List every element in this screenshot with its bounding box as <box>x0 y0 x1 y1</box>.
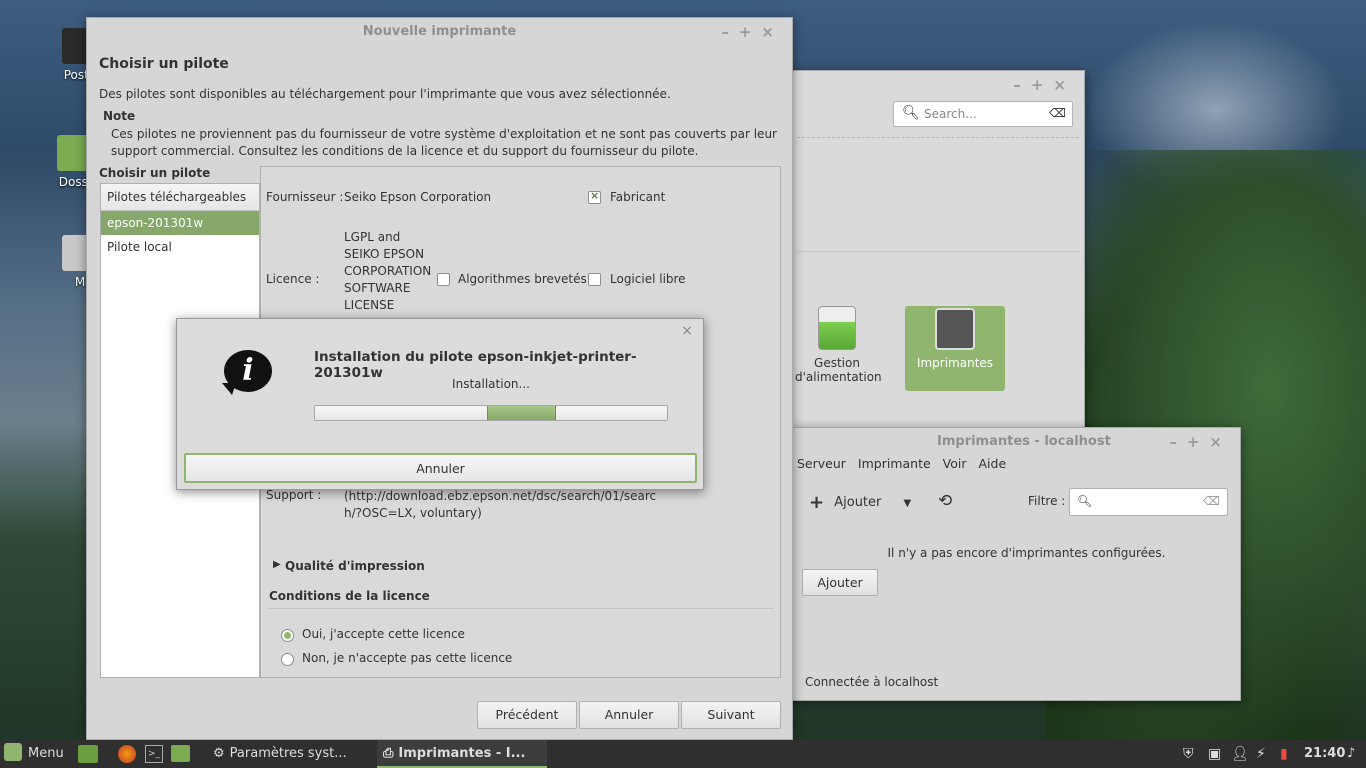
progress-bar <box>314 405 668 421</box>
note-title: Note <box>103 109 136 123</box>
empty-message: Il n'y a pas encore d'imprimantes config… <box>887 546 1166 560</box>
new-printer-titlebar: Nouvelle imprimante –+× <box>87 18 792 46</box>
progress-fill <box>487 406 556 420</box>
menu-view[interactable]: Voir <box>943 456 967 471</box>
printer-icon <box>935 308 975 350</box>
divider <box>269 608 774 609</box>
window-controls[interactable]: –+× <box>1169 428 1232 456</box>
info-icon-tail <box>222 383 236 395</box>
printers-titlebar: Imprimantes - localhost –+× <box>791 428 1240 456</box>
battery-icon[interactable]: ▮ <box>1280 740 1288 768</box>
terminal-icon[interactable]: >_ <box>145 745 163 763</box>
support-value: (http://download.ebz.epson.net/dsc/searc… <box>344 489 657 520</box>
supplier-value: Seiko Epson Corporation <box>344 190 492 204</box>
note-text: Ces pilotes ne proviennent pas du fourni… <box>111 127 777 158</box>
driver-item-local[interactable]: Pilote local <box>101 235 259 259</box>
printers-item[interactable]: Imprimantes <box>905 306 1005 391</box>
taskbar: Menu >_ ⚙ Paramètres syst... ⎙ Imprimantes… <box>0 740 1366 768</box>
accept-radio[interactable] <box>281 629 294 642</box>
clipboard-icon[interactable]: ▣ <box>1208 740 1221 768</box>
free-software-checkbox[interactable] <box>588 273 601 286</box>
search-icon: 🔍︎ <box>1077 494 1093 508</box>
user-icon[interactable]: 👤︎ <box>1231 740 1249 768</box>
filter-input[interactable]: 🔍︎ ⌫ <box>1069 488 1228 516</box>
settings-search[interactable]: 🔍︎ Search... ⌫ <box>893 101 1073 127</box>
subtitle: Des pilotes sont disponibles au téléchar… <box>99 87 671 101</box>
window-controls[interactable]: –+× <box>1013 71 1076 99</box>
menu-button[interactable]: Menu <box>4 740 64 768</box>
radio-dot <box>284 632 291 639</box>
notifications-icon[interactable]: ♪ <box>1347 740 1355 768</box>
install-status: Installation... <box>452 377 530 391</box>
taskbar-window-printers[interactable]: ⎙ Imprimantes - I... <box>377 740 547 768</box>
clear-icon[interactable]: ⌫ <box>1049 106 1066 120</box>
dropdown-icon[interactable]: ▼ <box>904 498 912 509</box>
cancel-button[interactable]: Annuler <box>579 701 679 729</box>
search-icon: 🔍︎ <box>902 105 920 121</box>
license-value: LGPL and SEIKO EPSON CORPORATION SOFTWAR… <box>344 230 432 312</box>
divider <box>797 251 1079 252</box>
power-item[interactable]: Gestion d'alimentation <box>795 306 882 384</box>
close-icon[interactable]: × <box>681 323 693 339</box>
battery-icon <box>818 306 856 350</box>
clear-icon[interactable]: ⌫ <box>1203 494 1220 508</box>
clock[interactable]: 21:40 <box>1304 740 1345 768</box>
page-heading: Choisir un pilote <box>99 56 229 72</box>
check-icon: × <box>590 189 600 202</box>
show-desktop-icon[interactable] <box>78 745 98 763</box>
plus-icon: + <box>809 492 825 513</box>
menu-help[interactable]: Aide <box>978 456 1006 471</box>
menubar: Serveur Imprimante Voir Aide <box>797 456 1006 471</box>
quality-expander[interactable]: Qualité d'impression <box>285 559 425 573</box>
printers-window: Imprimantes - localhost –+× Serveur Impr… <box>790 427 1241 701</box>
expander-icon[interactable]: ▶ <box>273 559 281 570</box>
network-icon[interactable]: ⚡︎ <box>1256 740 1266 768</box>
printer-icon: ⎙ <box>383 746 394 761</box>
menu-printer[interactable]: Imprimante <box>858 456 931 471</box>
previous-button[interactable]: Précédent <box>477 701 577 729</box>
divider <box>797 137 1079 138</box>
window-controls[interactable]: –+× <box>721 18 784 46</box>
patented-checkbox[interactable] <box>437 273 450 286</box>
shield-icon[interactable]: ⛨ <box>1183 740 1194 768</box>
install-dialog: × i Installation du pilote epson-inkjet-… <box>176 318 704 490</box>
add-button[interactable]: Ajouter <box>802 569 878 596</box>
taskbar-window-settings[interactable]: ⚙ Paramètres syst... <box>207 740 375 768</box>
reject-radio[interactable] <box>281 653 294 666</box>
firefox-icon[interactable] <box>118 745 136 763</box>
next-button[interactable]: Suivant <box>681 701 781 729</box>
manufacturer-checkbox[interactable]: × <box>588 189 601 204</box>
settings-icon: ⚙ <box>213 746 225 761</box>
mint-logo-icon <box>4 743 22 761</box>
driver-item-selected[interactable]: epson-201301w <box>101 211 259 235</box>
conditions-heading: Conditions de la licence <box>269 589 430 603</box>
settings-titlebar: –+× <box>781 71 1084 99</box>
add-printer-toolbar[interactable]: + Ajouter ▼ <box>809 492 911 513</box>
list-header[interactable]: Pilotes téléchargeables <box>101 184 259 211</box>
menu-server[interactable]: Serveur <box>797 456 846 471</box>
refresh-icon[interactable]: ⟲ <box>938 491 952 511</box>
status-text: Connectée à localhost <box>805 675 939 689</box>
cancel-install-button[interactable]: Annuler <box>184 453 697 483</box>
files-icon[interactable] <box>171 745 190 762</box>
choose-driver-label: Choisir un pilote <box>99 166 211 180</box>
